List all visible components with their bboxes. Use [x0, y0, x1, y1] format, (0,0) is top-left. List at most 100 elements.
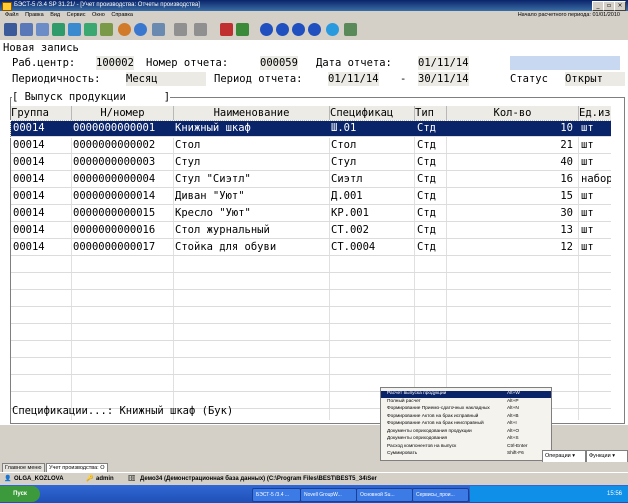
cell-name: Диван "Уют" [175, 190, 245, 202]
status-field[interactable]: Открыт [565, 72, 625, 86]
table-row[interactable] [11, 325, 611, 341]
table-row[interactable] [11, 257, 611, 273]
table-row[interactable]: 00014 0000000000015 Кресло "Уют" КР.001 Стд 3… [11, 206, 611, 222]
tools-icon[interactable] [236, 23, 249, 36]
table-row[interactable]: 00014 0000000000004 Стул "Сиэтл" Сиэтл Стд 16… [11, 172, 611, 188]
table-row[interactable]: 00014 0000000000002 Стол Стол Стд 21 шт [11, 138, 611, 154]
popup-menu-item[interactable]: Формирование Приемо-сдаточных накладных A… [381, 406, 551, 413]
chart-icon[interactable] [84, 23, 97, 36]
report-no-field[interactable]: 000059 [260, 56, 298, 70]
popup-menu-item[interactable]: Формирование Актов на брак неисправный Al… [381, 421, 551, 428]
cell-unit: шт [581, 156, 594, 168]
copy-icon[interactable] [36, 23, 49, 36]
report-date-field[interactable]: 01/11/14 [418, 56, 469, 70]
popup-item-label: Документы оприходования продукции [387, 428, 472, 434]
menu-edit[interactable]: Правка [25, 12, 44, 18]
table-row[interactable]: 00014 0000000000003 Стул Стул Стд 40 шт [11, 155, 611, 171]
col-header-name[interactable]: Наименование [174, 106, 330, 121]
popup-menu-item[interactable]: Формирование Актов на брак исправный Alt+… [381, 414, 551, 421]
menu-file[interactable]: Файл [5, 12, 19, 18]
next-record-icon[interactable] [292, 23, 305, 36]
popup-item-shortcut: Alt+P [507, 398, 519, 404]
document-icon[interactable] [344, 23, 357, 36]
cell-type: Стд [417, 224, 436, 236]
cell-name: Стол [175, 139, 201, 151]
cell-name: Стойка для обуви [175, 241, 277, 253]
print-icon[interactable] [20, 23, 33, 36]
report-icon[interactable] [52, 23, 65, 36]
menu-window[interactable]: Окно [92, 12, 105, 18]
table-row[interactable]: 00014 0000000000014 Диван "Уют" Д.001 Стд 15 ш… [11, 189, 611, 205]
close-button[interactable]: × [614, 1, 626, 11]
popup-menu-item[interactable]: Расчет выпуска продукции Alt+W [381, 391, 551, 398]
save-icon[interactable] [4, 23, 17, 36]
table-row[interactable]: 00014 0000000000001 Книжный шкаф Ш.01 Стд 10 ш… [10, 120, 612, 138]
cell-type: Стд [417, 173, 436, 185]
task-best5[interactable]: БЭСТ-5 /3.4 ... [252, 488, 301, 502]
help-icon[interactable] [326, 23, 339, 36]
popup-item-label: Полный расчет [387, 398, 421, 404]
cell-spec: СТ.0004 [331, 241, 376, 253]
period-to-field[interactable]: 30/11/14 [418, 72, 469, 86]
periodicity-field[interactable]: Месяц [126, 72, 206, 86]
settings-icon[interactable] [152, 23, 165, 36]
cell-group: 00014 [13, 224, 45, 236]
cell-name: Стол журнальный [175, 224, 270, 236]
work-center-field[interactable]: 100002 [96, 56, 134, 70]
cell-unit: шт [581, 241, 594, 253]
col-header-number[interactable]: Н/номер [72, 106, 174, 121]
popup-menu-item[interactable]: Полный расчет Alt+P [381, 399, 551, 406]
start-button[interactable]: Пуск [0, 486, 40, 502]
prev-record-icon[interactable] [276, 23, 289, 36]
table-row[interactable] [11, 291, 611, 307]
cell-number: 0000000000004 [73, 173, 156, 185]
col-header-group[interactable]: Группа [11, 106, 72, 121]
menu-view[interactable]: Вид [50, 12, 60, 18]
form-area: Новая запись Раб.центр: 100002 Номер отч… [0, 40, 628, 425]
cell-number: 0000000000003 [73, 156, 156, 168]
cell-type: Стд [417, 139, 436, 151]
table-row[interactable] [11, 359, 611, 375]
filter-icon[interactable] [174, 23, 187, 36]
col-header-type[interactable]: Тип [415, 106, 447, 121]
popup-menu-item[interactable]: Документы оприходования продукции Alt+O [381, 429, 551, 436]
popup-item-shortcut: Ctrl-Enter [507, 443, 528, 449]
cell-unit: шт [581, 207, 594, 219]
filter-dropdown-icon[interactable] [194, 23, 207, 36]
table-row[interactable] [11, 342, 611, 358]
popup-item-label: Расчет выпуска продукции [387, 391, 447, 396]
menu-help[interactable]: Справка [111, 12, 133, 18]
toolbar [0, 20, 628, 41]
col-header-spec[interactable]: Спецификац [330, 106, 415, 121]
col-header-qty[interactable]: Кол-во [447, 106, 579, 121]
calc-icon[interactable] [100, 23, 113, 36]
popup-item-shortcut: Alt+S [507, 436, 519, 441]
task-groupwise[interactable]: Novell GroupW... [300, 488, 357, 502]
cell-name: Книжный шкаф [175, 122, 251, 134]
table-icon[interactable] [68, 23, 81, 36]
task-services[interactable]: Сервисы_прои... [412, 488, 469, 502]
cell-name: Стул [175, 156, 201, 168]
table-row[interactable] [11, 274, 611, 290]
period-info: Начало расчетного периода: 01/01/2010 [517, 12, 620, 18]
table-row[interactable]: 00014 0000000000017 Стойка для обуви СТ.000… [11, 240, 611, 256]
title-bar: БЭСТ-5 /3.4 SP 31.21/ - [Учет производст… [0, 0, 628, 11]
globe-icon[interactable] [134, 23, 147, 36]
first-record-icon[interactable] [260, 23, 273, 36]
menu-service[interactable]: Сервис [67, 12, 86, 18]
system-tray: 15:56 [470, 486, 628, 502]
col-header-unit[interactable]: Ед.из [579, 106, 611, 121]
gear-icon[interactable] [118, 23, 131, 36]
last-record-icon[interactable] [308, 23, 321, 36]
popup-menu-item[interactable]: Расход компонентов на выпуск Ctrl-Enter [381, 444, 551, 451]
period-from-field[interactable]: 01/11/14 [328, 72, 379, 86]
delete-icon[interactable] [220, 23, 233, 36]
popup-menu-item[interactable]: Документы оприходования Alt+S [381, 436, 551, 443]
table-row[interactable] [11, 308, 611, 324]
section-title: [ Выпуск продукции ] [12, 90, 171, 104]
cell-unit: шт [581, 122, 594, 134]
table-row[interactable]: 00014 0000000000016 Стол журнальный СТ.002 С… [11, 223, 611, 239]
popup-menu-item[interactable]: Суммировать Shift-F6 [381, 451, 551, 458]
task-main[interactable]: Основной Su... [356, 488, 413, 502]
popup-item-label: Формирование Актов на брак исправный [387, 413, 479, 419]
